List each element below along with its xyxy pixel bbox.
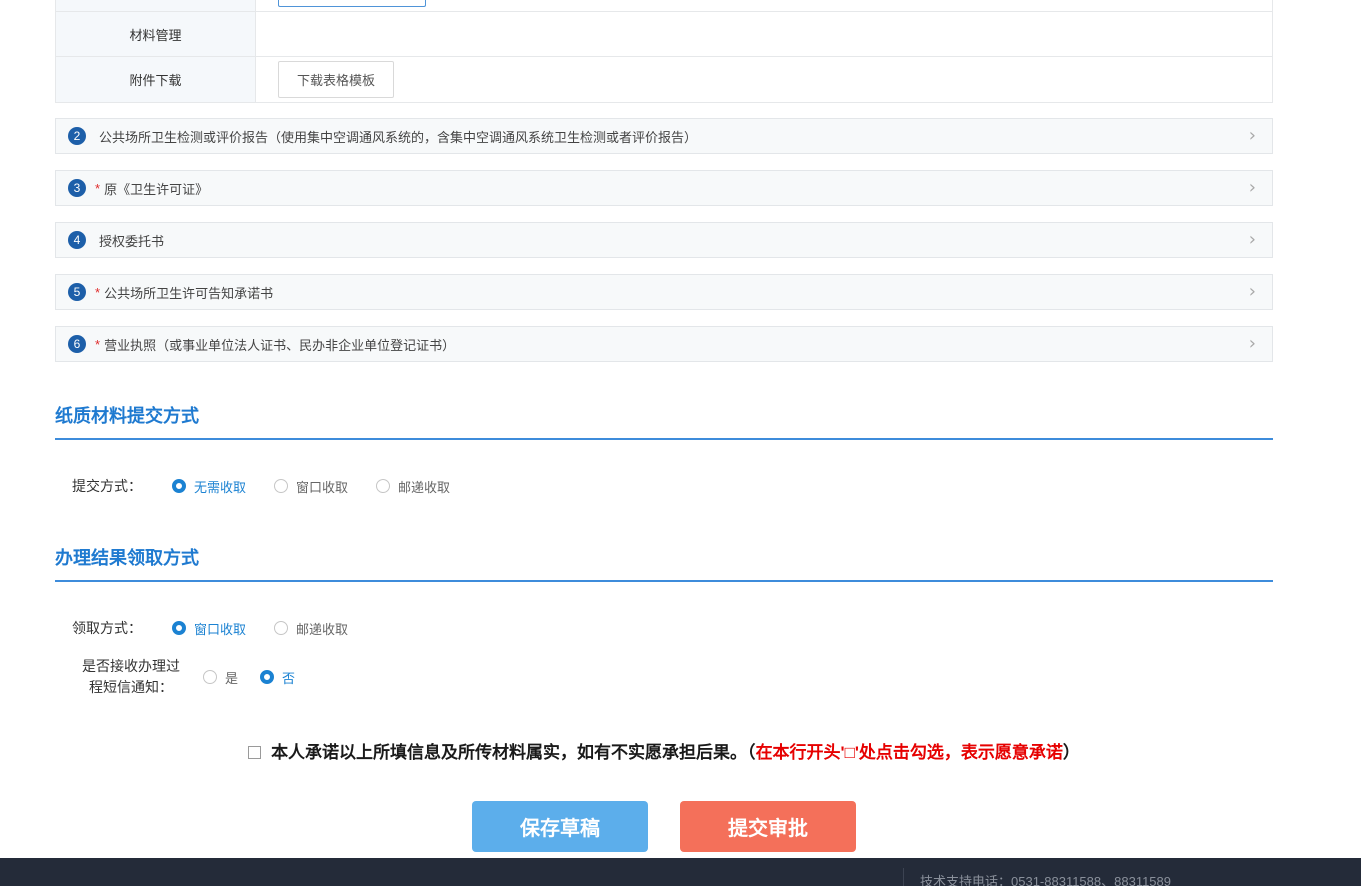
section-title-paper-submission: 纸质材料提交方式 — [55, 378, 1273, 440]
accordion-item-6[interactable]: 6 * 营业执照（或事业单位法人证书、民办非企业单位登记证书） › — [55, 326, 1273, 362]
radio-selected-icon[interactable] — [172, 621, 186, 635]
material-accordion-list: 2 公共场所卫生检测或评价报告（使用集中空调通风系统的，含集中空调通风系统卫生检… — [55, 118, 1273, 362]
action-buttons: 保存草稿 提交审批 — [55, 801, 1273, 852]
chevron-right-icon[interactable]: › — [1249, 179, 1256, 197]
required-asterisk: * — [95, 181, 100, 196]
material-table: 材料管理 附件下载 下载表格模板 — [55, 0, 1273, 103]
sms-options: 是 否 — [203, 668, 317, 687]
radio-label: 邮递收取 — [296, 619, 348, 638]
radio-selected-icon[interactable] — [260, 670, 274, 684]
row-value: 下载表格模板 — [256, 57, 1272, 102]
accordion-item-2[interactable]: 2 公共场所卫生检测或评价报告（使用集中空调通风系统的，含集中空调通风系统卫生检… — [55, 118, 1273, 154]
promise-red-hint: 在本行开头'□'处点击勾选，表示愿意承诺 — [756, 743, 1063, 762]
section-title-result-collection: 办理结果领取方式 — [55, 496, 1273, 582]
item-number-badge: 4 — [68, 231, 86, 249]
chevron-right-icon[interactable]: › — [1249, 231, 1256, 249]
promise-text-close: ） — [1063, 743, 1080, 762]
radio-label: 窗口收取 — [296, 477, 348, 496]
download-template-button[interactable]: 下载表格模板 — [278, 61, 394, 98]
field-label: 领取方式： — [72, 618, 142, 638]
radio-option-sms-no[interactable]: 否 — [260, 668, 295, 687]
promise-text: 本人承诺以上所填信息及所传材料属实，如有不实愿承担后果。（ — [271, 743, 756, 762]
radio-option-mail-collection[interactable]: 邮递收取 — [376, 477, 450, 496]
footer-divider — [903, 868, 904, 886]
radio-label: 无需收取 — [194, 477, 246, 496]
field-label: 提交方式： — [72, 476, 142, 496]
radio-label: 是 — [225, 668, 238, 687]
radio-label: 邮递收取 — [398, 477, 450, 496]
promise-statement-row: 本人承诺以上所填信息及所传材料属实，如有不实愿承担后果。（在本行开头'□'处点击… — [55, 738, 1273, 763]
radio-label: 否 — [282, 668, 295, 687]
required-asterisk: * — [95, 337, 100, 352]
required-asterisk: * — [95, 285, 100, 300]
form-page: 材料管理 附件下载 下载表格模板 2 公共场所卫生检测或评价报告（使用集中空调通… — [0, 0, 1361, 886]
item-number-badge: 2 — [68, 127, 86, 145]
radio-option-sms-yes[interactable]: 是 — [203, 668, 238, 687]
radio-selected-icon[interactable] — [172, 479, 186, 493]
item-number-badge: 6 — [68, 335, 86, 353]
radio-option-mail-pickup[interactable]: 邮递收取 — [274, 619, 348, 638]
row-label: 附件下载 — [56, 57, 256, 102]
table-value-cell — [256, 0, 1272, 11]
table-row-attachment-download: 附件下载 下载表格模板 — [56, 57, 1272, 103]
accordion-item-4[interactable]: 4 授权委托书 › — [55, 222, 1273, 258]
page-footer: 技术支持电话：0531-88311588、88311589 — [0, 858, 1361, 886]
accordion-title: 营业执照（或事业单位法人证书、民办非企业单位登记证书） — [104, 335, 455, 354]
accordion-title: 公共场所卫生许可告知承诺书 — [104, 283, 273, 302]
cutoff-input[interactable] — [278, 0, 426, 7]
form-content: 材料管理 附件下载 下载表格模板 2 公共场所卫生检测或评价报告（使用集中空调通… — [55, 0, 1273, 852]
save-draft-button[interactable]: 保存草稿 — [472, 801, 648, 852]
support-phone-text: 技术支持电话：0531-88311588、88311589 — [920, 871, 1171, 886]
accordion-title: 公共场所卫生检测或评价报告（使用集中空调通风系统的，含集中空调通风系统卫生检测或… — [99, 127, 697, 146]
accordion-item-3[interactable]: 3 * 原《卫生许可证》 › — [55, 170, 1273, 206]
sms-field-label: 是否接收办理过程短信通知： — [79, 656, 183, 698]
row-label: 材料管理 — [56, 12, 256, 56]
table-row-material-management: 材料管理 — [56, 12, 1272, 57]
accordion-title: 授权委托书 — [99, 231, 164, 250]
radio-unselected-icon[interactable] — [274, 479, 288, 493]
radio-option-window-collection[interactable]: 窗口收取 — [274, 477, 348, 496]
accordion-title: 原《卫生许可证》 — [104, 179, 208, 198]
sms-notification-row: 是否接收办理过程短信通知： 是 否 — [55, 656, 1273, 698]
radio-unselected-icon[interactable] — [376, 479, 390, 493]
table-label-cell — [56, 0, 256, 11]
submit-approval-button[interactable]: 提交审批 — [680, 801, 856, 852]
chevron-right-icon[interactable]: › — [1249, 283, 1256, 301]
radio-label: 窗口收取 — [194, 619, 246, 638]
promise-checkbox[interactable] — [248, 746, 261, 759]
radio-unselected-icon[interactable] — [274, 621, 288, 635]
chevron-right-icon[interactable]: › — [1249, 335, 1256, 353]
table-row-cutoff — [56, 0, 1272, 12]
radio-option-window-pickup[interactable]: 窗口收取 — [172, 619, 246, 638]
item-number-badge: 3 — [68, 179, 86, 197]
submission-method-row: 提交方式： 无需收取 窗口收取 邮递收取 — [55, 476, 1273, 496]
accordion-item-5[interactable]: 5 * 公共场所卫生许可告知承诺书 › — [55, 274, 1273, 310]
radio-unselected-icon[interactable] — [203, 670, 217, 684]
item-number-badge: 5 — [68, 283, 86, 301]
radio-option-no-collection[interactable]: 无需收取 — [172, 477, 246, 496]
collection-method-row: 领取方式： 窗口收取 邮递收取 — [55, 618, 1273, 638]
row-value — [256, 12, 1272, 56]
chevron-right-icon[interactable]: › — [1249, 127, 1256, 145]
